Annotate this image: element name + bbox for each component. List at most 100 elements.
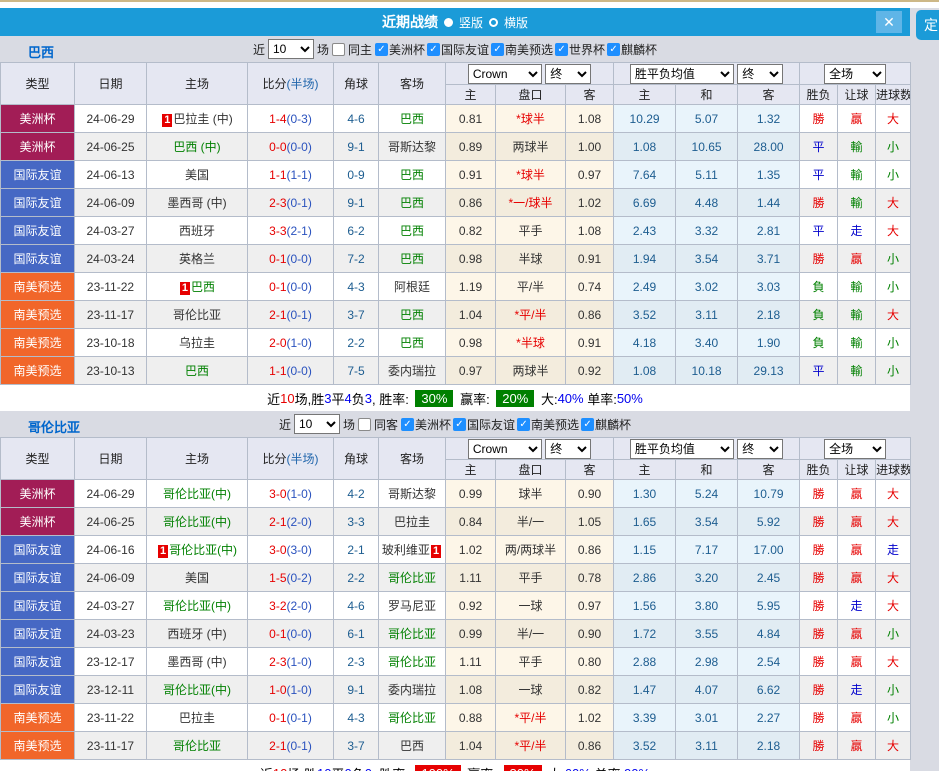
away-odds-cell: 1.08 bbox=[564, 104, 615, 133]
match-row: 国际友谊 23-12-17 墨西哥 (中) 2-3(1-0) 2-3 哥伦比亚 1.11 平手… bbox=[0, 647, 912, 676]
cup-filter[interactable]: ✓ 世界杯 bbox=[555, 41, 605, 58]
mean-draw-odds: 10.18 bbox=[691, 363, 722, 378]
result: 勝 bbox=[812, 599, 825, 613]
cup-filter[interactable]: ✓ 南美预选 bbox=[491, 41, 553, 58]
mean-odds-select[interactable]: 胜平负均值 bbox=[629, 63, 734, 84]
match-row: 美洲杯 24-06-25 哥伦比亚(中) 2-1(2-0) 3-3 巴拉圭 0.84 半/一 1… bbox=[0, 507, 912, 536]
scope-group-header: 全场 bbox=[799, 62, 912, 85]
home-team-name: 英格兰 bbox=[178, 252, 215, 266]
result-cell: 勝 bbox=[799, 535, 839, 564]
result: 勝 bbox=[812, 571, 825, 585]
result-cell: 勝 bbox=[799, 563, 839, 592]
match-count-select[interactable]: 10 bbox=[267, 39, 314, 59]
checkbox-checked-icon[interactable]: ✓ bbox=[400, 417, 414, 431]
corner-cell: 4-6 bbox=[333, 591, 379, 620]
goals-result: 大 bbox=[887, 571, 900, 585]
handicap-line: 两/两球半 bbox=[504, 543, 557, 557]
cup-filter[interactable]: ✓ 麒麟杯 bbox=[607, 41, 657, 58]
cup-filter[interactable]: ✓ 美洲杯 bbox=[400, 416, 451, 433]
corner-score: 7-5 bbox=[347, 363, 365, 378]
match-type-label: 国际友谊 bbox=[13, 627, 62, 641]
goals-result: 小 bbox=[887, 252, 900, 266]
horizontal-layout-radio-icon[interactable] bbox=[489, 17, 498, 27]
checkbox-checked-icon[interactable]: ✓ bbox=[374, 42, 388, 56]
cup-label: 美洲杯 bbox=[414, 417, 451, 432]
checkbox-checked-icon[interactable]: ✓ bbox=[427, 42, 440, 56]
goals-result: 大 bbox=[887, 599, 900, 613]
bookmaker-select[interactable]: Crown bbox=[467, 438, 542, 459]
scope-select[interactable]: 全场 bbox=[824, 438, 887, 459]
goals-result: 大 bbox=[887, 487, 900, 501]
match-type-cell: 南美预选 bbox=[0, 731, 75, 760]
mean-home-odds-cell: 1.56 bbox=[613, 591, 677, 620]
summary-bar: 近 10 场,胜 3 平 4 负 3, 胜率: 30% 赢率: 20% 大: 40% 单率: 50… bbox=[0, 385, 910, 411]
pin-side-button[interactable]: 定 bbox=[916, 10, 939, 40]
fulltime-score: 3-0 bbox=[269, 486, 287, 501]
checkbox-checked-icon[interactable]: ✓ bbox=[607, 42, 621, 56]
away-team-name: 巴西 bbox=[399, 112, 424, 126]
home-odds: 1.11 bbox=[459, 654, 482, 669]
checkbox-checked-icon[interactable]: ✓ bbox=[517, 417, 531, 431]
summary-segment: 90% bbox=[624, 766, 650, 771]
odds-group-header: Crown 终 bbox=[444, 62, 615, 85]
mean-odds-select[interactable]: 胜平负均值 bbox=[629, 438, 734, 459]
mean-home-odds: 1.65 bbox=[632, 514, 657, 529]
handicap-line: *半球 bbox=[516, 336, 545, 350]
summary-segment: 近 bbox=[260, 764, 273, 771]
mean-draw-odds-cell: 2.98 bbox=[675, 647, 739, 676]
cup-filter[interactable]: ✓ 麒麟杯 bbox=[581, 416, 631, 433]
same-venue-checkbox[interactable] bbox=[357, 417, 371, 431]
mean-home-odds: 2.86 bbox=[632, 570, 657, 585]
col-header-result: 胜负 bbox=[799, 84, 839, 105]
fulltime-score: 2-1 bbox=[269, 307, 287, 322]
mean-home-odds-cell: 7.64 bbox=[613, 160, 677, 189]
match-count-select[interactable]: 10 bbox=[293, 414, 340, 434]
match-row: 南美预选 23-10-13 巴西 1-1(0-0) 7-5 委内瑞拉 0.97 两球半 0.92… bbox=[0, 356, 912, 385]
mean-home-odds-cell: 3.39 bbox=[613, 703, 677, 732]
mean-away-odds: 2.45 bbox=[756, 570, 781, 585]
away-odds: 0.86 bbox=[577, 542, 602, 557]
goals-result-cell: 大 bbox=[875, 216, 912, 245]
vertical-layout-label[interactable]: 竖版 bbox=[459, 14, 483, 31]
match-type-label: 美洲杯 bbox=[19, 112, 56, 126]
mean-draw-odds: 3.40 bbox=[694, 335, 719, 350]
handicap-line: 一球 bbox=[518, 599, 543, 613]
home-team-cell: 乌拉圭 bbox=[146, 328, 248, 357]
mean-away-odds-cell: 2.18 bbox=[737, 731, 801, 760]
corner-cell: 3-7 bbox=[333, 731, 379, 760]
same-venue-checkbox[interactable] bbox=[331, 42, 345, 56]
checkbox-checked-icon[interactable]: ✓ bbox=[581, 417, 595, 431]
filter-row: 巴西 近 10 场 同主 ✓ 美洲杯 ✓ 国际友谊 ✓ 南美预选 ✓ 世界杯 ✓ 麒麟杯 bbox=[0, 36, 910, 62]
team-section: 巴西 近 10 场 同主 ✓ 美洲杯 ✓ 国际友谊 ✓ 南美预选 ✓ 世界杯 ✓ 麒麟杯 bbox=[0, 36, 912, 411]
match-type-label: 国际友谊 bbox=[13, 196, 62, 210]
odds-time-select[interactable]: 终 bbox=[545, 438, 592, 459]
bookmaker-select[interactable]: Crown bbox=[467, 63, 542, 84]
summary-segment: 3 bbox=[364, 390, 372, 406]
match-type-label: 南美预选 bbox=[13, 711, 62, 725]
checkbox-checked-icon[interactable]: ✓ bbox=[491, 42, 505, 56]
vertical-layout-radio-icon[interactable] bbox=[443, 17, 453, 27]
cup-filter[interactable]: ✓ 国际友谊 bbox=[453, 416, 515, 433]
checkbox-checked-icon[interactable]: ✓ bbox=[453, 417, 466, 431]
odds-time-select[interactable]: 终 bbox=[545, 63, 592, 84]
handicap-line: 平/半 bbox=[516, 280, 545, 294]
fulltime-score: 2-0 bbox=[269, 335, 287, 350]
close-button[interactable]: ✕ bbox=[876, 11, 902, 33]
scope-select[interactable]: 全场 bbox=[824, 63, 887, 84]
checkbox-checked-icon[interactable]: ✓ bbox=[555, 42, 569, 56]
cup-filter[interactable]: ✓ 国际友谊 bbox=[427, 41, 489, 58]
mean-time-select[interactable]: 终 bbox=[737, 63, 784, 84]
home-team-name: 哥伦比亚(中) bbox=[163, 683, 231, 697]
horizontal-layout-label[interactable]: 横版 bbox=[504, 14, 528, 31]
cup-filter[interactable]: ✓ 美洲杯 bbox=[374, 41, 425, 58]
mean-away-odds-cell: 4.84 bbox=[737, 619, 801, 648]
let-ball-result-cell: 輸 bbox=[837, 328, 877, 357]
let-ball-result: 輸 bbox=[850, 196, 863, 210]
result: 勝 bbox=[812, 711, 825, 725]
home-odds-cell: 0.98 bbox=[445, 328, 496, 357]
result: 勝 bbox=[812, 739, 825, 753]
away-team-cell: 罗马尼亚 bbox=[378, 591, 446, 620]
cup-filter[interactable]: ✓ 南美预选 bbox=[517, 416, 579, 433]
home-team-name: 哥伦比亚 bbox=[172, 739, 221, 753]
mean-time-select[interactable]: 终 bbox=[737, 438, 784, 459]
